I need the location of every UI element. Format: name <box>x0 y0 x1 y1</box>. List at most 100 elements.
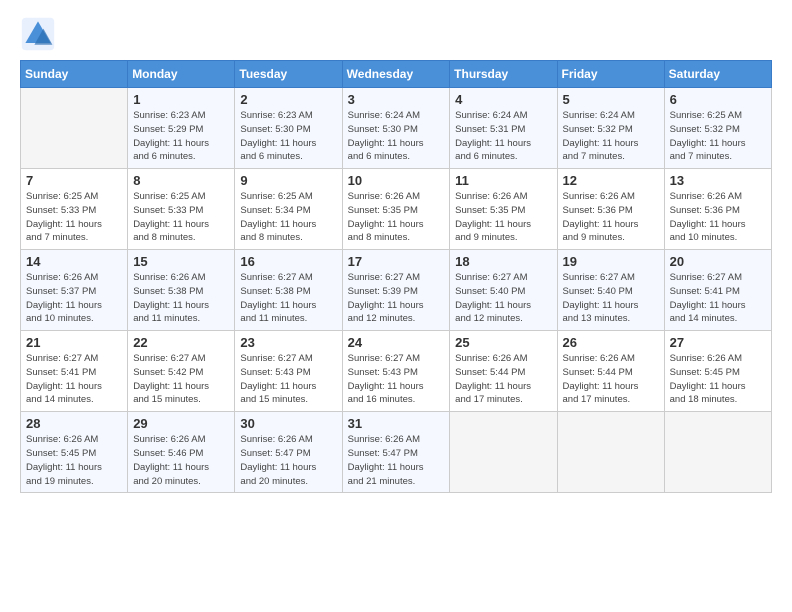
day-number: 27 <box>670 335 766 350</box>
day-number: 31 <box>348 416 445 431</box>
calendar-cell: 16 Sunrise: 6:27 AM Sunset: 5:38 PM Dayli… <box>235 250 342 331</box>
day-info: Sunrise: 6:26 AM Sunset: 5:45 PM Dayligh… <box>670 352 766 407</box>
day-info: Sunrise: 6:24 AM Sunset: 5:31 PM Dayligh… <box>455 109 551 164</box>
day-number: 10 <box>348 173 445 188</box>
logo-icon <box>20 16 56 52</box>
header-day-saturday: Saturday <box>664 61 771 88</box>
calendar-cell: 8 Sunrise: 6:25 AM Sunset: 5:33 PM Daylig… <box>128 169 235 250</box>
day-number: 5 <box>563 92 659 107</box>
day-info: Sunrise: 6:27 AM Sunset: 5:38 PM Dayligh… <box>240 271 336 326</box>
calendar-cell: 31 Sunrise: 6:26 AM Sunset: 5:47 PM Dayli… <box>342 412 450 493</box>
day-info: Sunrise: 6:26 AM Sunset: 5:47 PM Dayligh… <box>348 433 445 488</box>
calendar-cell: 23 Sunrise: 6:27 AM Sunset: 5:43 PM Dayli… <box>235 331 342 412</box>
calendar-cell: 14Sunrise: 6:26 AM Sunset: 5:37 PM Dayli… <box>21 250 128 331</box>
day-info: Sunrise: 6:24 AM Sunset: 5:32 PM Dayligh… <box>563 109 659 164</box>
calendar-week-4: 28 Sunrise: 6:26 AM Sunset: 5:45 PM Dayli… <box>21 412 772 493</box>
header-day-friday: Friday <box>557 61 664 88</box>
day-number: 11 <box>455 173 551 188</box>
calendar-cell: 21 Sunrise: 6:27 AM Sunset: 5:41 PM Dayli… <box>21 331 128 412</box>
calendar-cell: 5 Sunrise: 6:24 AM Sunset: 5:32 PM Daylig… <box>557 88 664 169</box>
day-info: Sunrise: 6:23 AM Sunset: 5:30 PM Dayligh… <box>240 109 336 164</box>
calendar-week-1: 7 Sunrise: 6:25 AM Sunset: 5:33 PM Daylig… <box>21 169 772 250</box>
calendar-cell: 22 Sunrise: 6:27 AM Sunset: 5:42 PM Dayli… <box>128 331 235 412</box>
day-number: 21 <box>26 335 122 350</box>
calendar-cell: 1 Sunrise: 6:23 AM Sunset: 5:29 PM Daylig… <box>128 88 235 169</box>
calendar-cell: 27 Sunrise: 6:26 AM Sunset: 5:45 PM Dayli… <box>664 331 771 412</box>
day-number: 18 <box>455 254 551 269</box>
day-number: 29 <box>133 416 229 431</box>
calendar-cell: 17 Sunrise: 6:27 AM Sunset: 5:39 PM Dayli… <box>342 250 450 331</box>
day-info: Sunrise: 6:26 AM Sunset: 5:35 PM Dayligh… <box>455 190 551 245</box>
header-row: SundayMondayTuesdayWednesdayThursdayFrid… <box>21 61 772 88</box>
day-number: 8 <box>133 173 229 188</box>
calendar-cell: 19Sunrise: 6:27 AM Sunset: 5:40 PM Dayli… <box>557 250 664 331</box>
day-info: Sunrise: 6:23 AM Sunset: 5:29 PM Dayligh… <box>133 109 229 164</box>
calendar-cell <box>664 412 771 493</box>
day-info: Sunrise: 6:26 AM Sunset: 5:45 PM Dayligh… <box>26 433 122 488</box>
day-number: 17 <box>348 254 445 269</box>
day-number: 12 <box>563 173 659 188</box>
day-number: 16 <box>240 254 336 269</box>
page-container: SundayMondayTuesdayWednesdayThursdayFrid… <box>20 16 772 493</box>
day-info: Sunrise: 6:26 AM Sunset: 5:44 PM Dayligh… <box>563 352 659 407</box>
day-number: 15 <box>133 254 229 269</box>
day-number: 6 <box>670 92 766 107</box>
logo <box>20 16 62 52</box>
calendar-cell: 9 Sunrise: 6:25 AM Sunset: 5:34 PM Daylig… <box>235 169 342 250</box>
day-info: Sunrise: 6:24 AM Sunset: 5:30 PM Dayligh… <box>348 109 445 164</box>
calendar-cell: 13 Sunrise: 6:26 AM Sunset: 5:36 PM Dayli… <box>664 169 771 250</box>
header-day-thursday: Thursday <box>450 61 557 88</box>
day-info: Sunrise: 6:26 AM Sunset: 5:46 PM Dayligh… <box>133 433 229 488</box>
header-day-monday: Monday <box>128 61 235 88</box>
calendar-table: SundayMondayTuesdayWednesdayThursdayFrid… <box>20 60 772 493</box>
day-info: Sunrise: 6:27 AM Sunset: 5:40 PM Dayligh… <box>455 271 551 326</box>
day-info: Sunrise: 6:25 AM Sunset: 5:33 PM Dayligh… <box>133 190 229 245</box>
calendar-cell: 4 Sunrise: 6:24 AM Sunset: 5:31 PM Daylig… <box>450 88 557 169</box>
header-day-wednesday: Wednesday <box>342 61 450 88</box>
day-info: Sunrise: 6:27 AM Sunset: 5:43 PM Dayligh… <box>348 352 445 407</box>
day-number: 30 <box>240 416 336 431</box>
day-number: 23 <box>240 335 336 350</box>
calendar-cell: 18 Sunrise: 6:27 AM Sunset: 5:40 PM Dayli… <box>450 250 557 331</box>
day-number: 14 <box>26 254 122 269</box>
day-info: Sunrise: 6:26 AM Sunset: 5:36 PM Dayligh… <box>670 190 766 245</box>
day-info: Sunrise: 6:25 AM Sunset: 5:32 PM Dayligh… <box>670 109 766 164</box>
day-info: Sunrise: 6:26 AM Sunset: 5:47 PM Dayligh… <box>240 433 336 488</box>
calendar-cell: 15Sunrise: 6:26 AM Sunset: 5:38 PM Dayli… <box>128 250 235 331</box>
calendar-cell: 11 Sunrise: 6:26 AM Sunset: 5:35 PM Dayli… <box>450 169 557 250</box>
day-number: 28 <box>26 416 122 431</box>
day-info: Sunrise: 6:26 AM Sunset: 5:36 PM Dayligh… <box>563 190 659 245</box>
day-number: 2 <box>240 92 336 107</box>
calendar-week-2: 14Sunrise: 6:26 AM Sunset: 5:37 PM Dayli… <box>21 250 772 331</box>
header <box>20 16 772 52</box>
day-number: 26 <box>563 335 659 350</box>
day-number: 13 <box>670 173 766 188</box>
day-number: 25 <box>455 335 551 350</box>
calendar-cell: 2 Sunrise: 6:23 AM Sunset: 5:30 PM Daylig… <box>235 88 342 169</box>
day-info: Sunrise: 6:27 AM Sunset: 5:42 PM Dayligh… <box>133 352 229 407</box>
calendar-cell: 29 Sunrise: 6:26 AM Sunset: 5:46 PM Dayli… <box>128 412 235 493</box>
calendar-cell: 30 Sunrise: 6:26 AM Sunset: 5:47 PM Dayli… <box>235 412 342 493</box>
calendar-cell: 26 Sunrise: 6:26 AM Sunset: 5:44 PM Dayli… <box>557 331 664 412</box>
day-info: Sunrise: 6:27 AM Sunset: 5:43 PM Dayligh… <box>240 352 336 407</box>
day-info: Sunrise: 6:26 AM Sunset: 5:44 PM Dayligh… <box>455 352 551 407</box>
calendar-cell: 28 Sunrise: 6:26 AM Sunset: 5:45 PM Dayli… <box>21 412 128 493</box>
calendar-week-3: 21 Sunrise: 6:27 AM Sunset: 5:41 PM Dayli… <box>21 331 772 412</box>
day-number: 7 <box>26 173 122 188</box>
day-info: Sunrise: 6:27 AM Sunset: 5:39 PM Dayligh… <box>348 271 445 326</box>
header-day-tuesday: Tuesday <box>235 61 342 88</box>
calendar-cell: 20 Sunrise: 6:27 AM Sunset: 5:41 PM Dayli… <box>664 250 771 331</box>
day-number: 9 <box>240 173 336 188</box>
day-number: 1 <box>133 92 229 107</box>
day-info: Sunrise: 6:27 AM Sunset: 5:41 PM Dayligh… <box>670 271 766 326</box>
calendar-cell: 24 Sunrise: 6:27 AM Sunset: 5:43 PM Dayli… <box>342 331 450 412</box>
day-info: Sunrise: 6:25 AM Sunset: 5:33 PM Dayligh… <box>26 190 122 245</box>
day-number: 22 <box>133 335 229 350</box>
day-number: 24 <box>348 335 445 350</box>
day-info: Sunrise: 6:25 AM Sunset: 5:34 PM Dayligh… <box>240 190 336 245</box>
day-number: 4 <box>455 92 551 107</box>
day-info: Sunrise: 6:27 AM Sunset: 5:41 PM Dayligh… <box>26 352 122 407</box>
day-number: 3 <box>348 92 445 107</box>
header-day-sunday: Sunday <box>21 61 128 88</box>
day-number: 20 <box>670 254 766 269</box>
